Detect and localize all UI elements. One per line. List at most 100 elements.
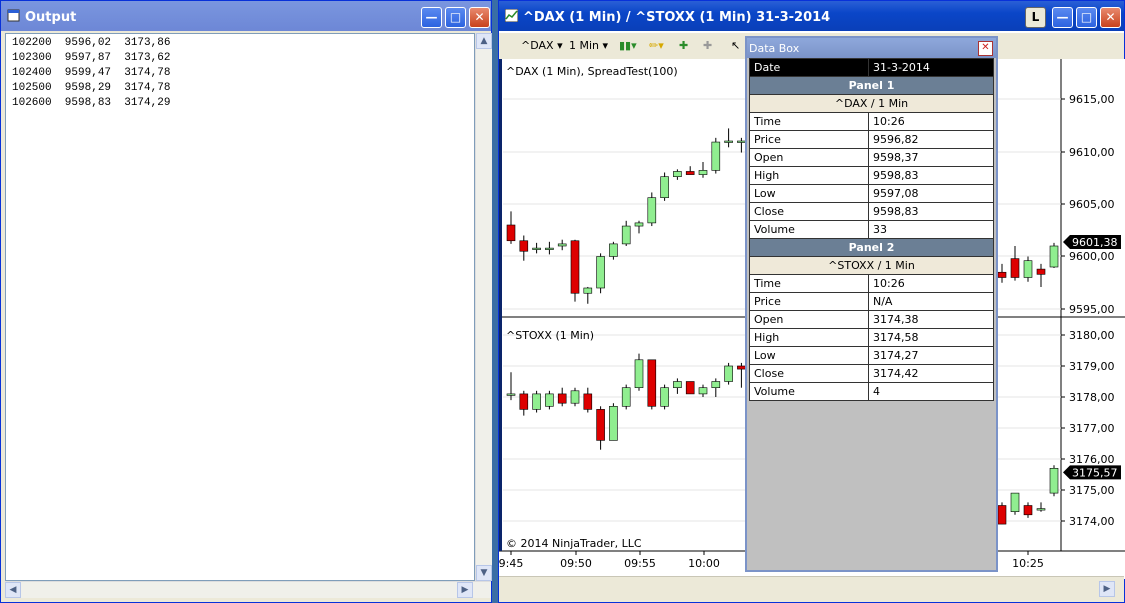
chart-style-icon[interactable]: ▮▮▾: [619, 39, 637, 52]
chart-horizontal-scrollbar[interactable]: ▶: [499, 576, 1124, 602]
y-tick-label: 9595,00: [1069, 303, 1115, 316]
instrument-name: ^DAX / 1 Min: [749, 94, 994, 113]
close-button[interactable]: ✕: [1100, 7, 1121, 28]
scroll-right-arrow-icon[interactable]: ▶: [1099, 581, 1115, 597]
candle-body: [506, 393, 516, 396]
chart-window-title: ^DAX (1 Min) / ^STOXX (1 Min) 31-3-2014: [523, 10, 831, 25]
field-label: Close: [749, 364, 869, 383]
instrument-row: ^DAX / 1 Min: [749, 94, 994, 113]
candle-body: [698, 387, 708, 395]
data-box-titlebar[interactable]: Data Box ✕: [747, 38, 996, 58]
last-price-label: 3175,57: [1072, 466, 1118, 479]
table-row: High 9598,83: [749, 166, 994, 185]
table-row: Open 9598,37: [749, 148, 994, 167]
candle-body: [1023, 505, 1033, 516]
candle-body: [647, 359, 657, 407]
table-row: Price N/A: [749, 292, 994, 311]
chart-window-icon: [505, 9, 518, 22]
chevron-down-icon: ▾: [602, 39, 609, 52]
instrument-row: ^STOXX / 1 Min: [749, 256, 994, 275]
drawing-tool-icon[interactable]: ✏▾: [649, 39, 664, 52]
interval-selector[interactable]: 1 Min ▾: [569, 39, 608, 52]
instrument-selector[interactable]: ^DAX ▾: [521, 39, 563, 52]
table-row: Volume 4: [749, 382, 994, 401]
add-indicator-icon[interactable]: ✚: [679, 39, 688, 52]
minimize-button[interactable]: —: [421, 7, 442, 28]
field-label: High: [749, 166, 869, 185]
field-value: 10:26: [868, 274, 994, 293]
chart-titlebar[interactable]: ^DAX (1 Min) / ^STOXX (1 Min) 31-3-2014 …: [499, 1, 1124, 31]
candle-body: [673, 171, 682, 177]
y-tick-label: 9605,00: [1069, 198, 1115, 211]
x-tick-label: 10:25: [1012, 557, 1044, 570]
minimize-button[interactable]: —: [1052, 7, 1073, 28]
candle-body: [545, 247, 554, 250]
table-row: Open 3174,38: [749, 310, 994, 329]
field-label: Open: [749, 310, 869, 329]
y-tick-label: 3174,00: [1069, 515, 1115, 528]
panel-name: Panel 2: [749, 238, 994, 257]
table-row: Volume 33: [749, 220, 994, 239]
table-row: Price 9596,82: [749, 130, 994, 149]
scroll-left-arrow-icon[interactable]: ◀: [5, 582, 21, 598]
scroll-down-arrow-icon[interactable]: ▼: [476, 565, 492, 581]
candle-body: [583, 287, 593, 294]
candle-body: [711, 381, 721, 388]
left-edge-bar: [499, 59, 502, 551]
field-label: Price: [749, 130, 869, 149]
y-tick-label: 9610,00: [1069, 146, 1115, 159]
strategy-icon[interactable]: ✚: [703, 39, 712, 52]
candle-body: [570, 240, 580, 294]
copyright-text: © 2014 NinjaTrader, LLC: [506, 537, 642, 550]
candle-body: [519, 393, 529, 410]
panel-name: Panel 1: [749, 76, 994, 95]
output-titlebar[interactable]: Output — □ ✕: [1, 1, 491, 31]
panel-label: ^DAX (1 Min), SpreadTest(100): [506, 65, 678, 78]
data-box[interactable]: Data Box ✕ Date 31-3-2014 Panel 1 ^DAX /…: [745, 36, 998, 572]
candle-body: [711, 141, 721, 171]
output-line: 102300 9597,87 3173,62: [12, 52, 171, 64]
candle-body: [583, 393, 593, 410]
maximize-button[interactable]: □: [1076, 7, 1097, 28]
y-tick-label: 3178,00: [1069, 391, 1115, 404]
field-value: 3174,42: [868, 364, 994, 383]
scroll-right-arrow-icon[interactable]: ▶: [457, 582, 473, 598]
output-vertical-scrollbar[interactable]: ▲ ▼: [475, 33, 492, 581]
field-value: 33: [868, 220, 994, 239]
field-label: Volume: [749, 220, 869, 239]
candle-body: [621, 225, 631, 245]
field-label: Time: [749, 112, 869, 131]
output-horizontal-scrollbar[interactable]: ◀ ▶: [5, 581, 491, 598]
output-window-title: Output: [25, 10, 77, 25]
output-text-area[interactable]: 102200 9596,02 3173,86 102300 9597,87 31…: [5, 33, 475, 581]
y-tick-label: 3175,00: [1069, 484, 1115, 497]
date-value: 31-3-2014: [868, 58, 994, 77]
candle-body: [609, 243, 618, 257]
table-row: Time 10:26: [749, 112, 994, 131]
field-value: 9598,83: [868, 166, 994, 185]
chevron-down-icon: ▾: [557, 39, 563, 52]
field-value: 4: [868, 382, 994, 401]
candle-body: [519, 240, 529, 252]
field-label: Low: [749, 346, 869, 365]
table-row: Low 3174,27: [749, 346, 994, 365]
data-box-close-icon[interactable]: ✕: [978, 41, 993, 56]
candle-body: [532, 247, 541, 250]
maximize-button[interactable]: □: [445, 7, 466, 28]
scroll-up-arrow-icon[interactable]: ▲: [476, 33, 492, 49]
candle-body: [660, 387, 669, 407]
close-button[interactable]: ✕: [469, 7, 490, 28]
candle-body: [634, 222, 644, 227]
candle-body: [545, 393, 554, 407]
y-tick-label: 3180,00: [1069, 329, 1115, 342]
date-row: Date 31-3-2014: [749, 58, 994, 77]
x-tick-label: 09:50: [560, 557, 592, 570]
candle-body: [634, 359, 644, 388]
field-label: Low: [749, 184, 869, 203]
candle-body: [596, 256, 605, 289]
candle-body: [596, 409, 605, 441]
pointer-icon[interactable]: ↖: [731, 39, 740, 52]
candle-body: [1049, 467, 1059, 494]
table-row: Time 10:26: [749, 274, 994, 293]
link-button[interactable]: L: [1025, 7, 1046, 28]
